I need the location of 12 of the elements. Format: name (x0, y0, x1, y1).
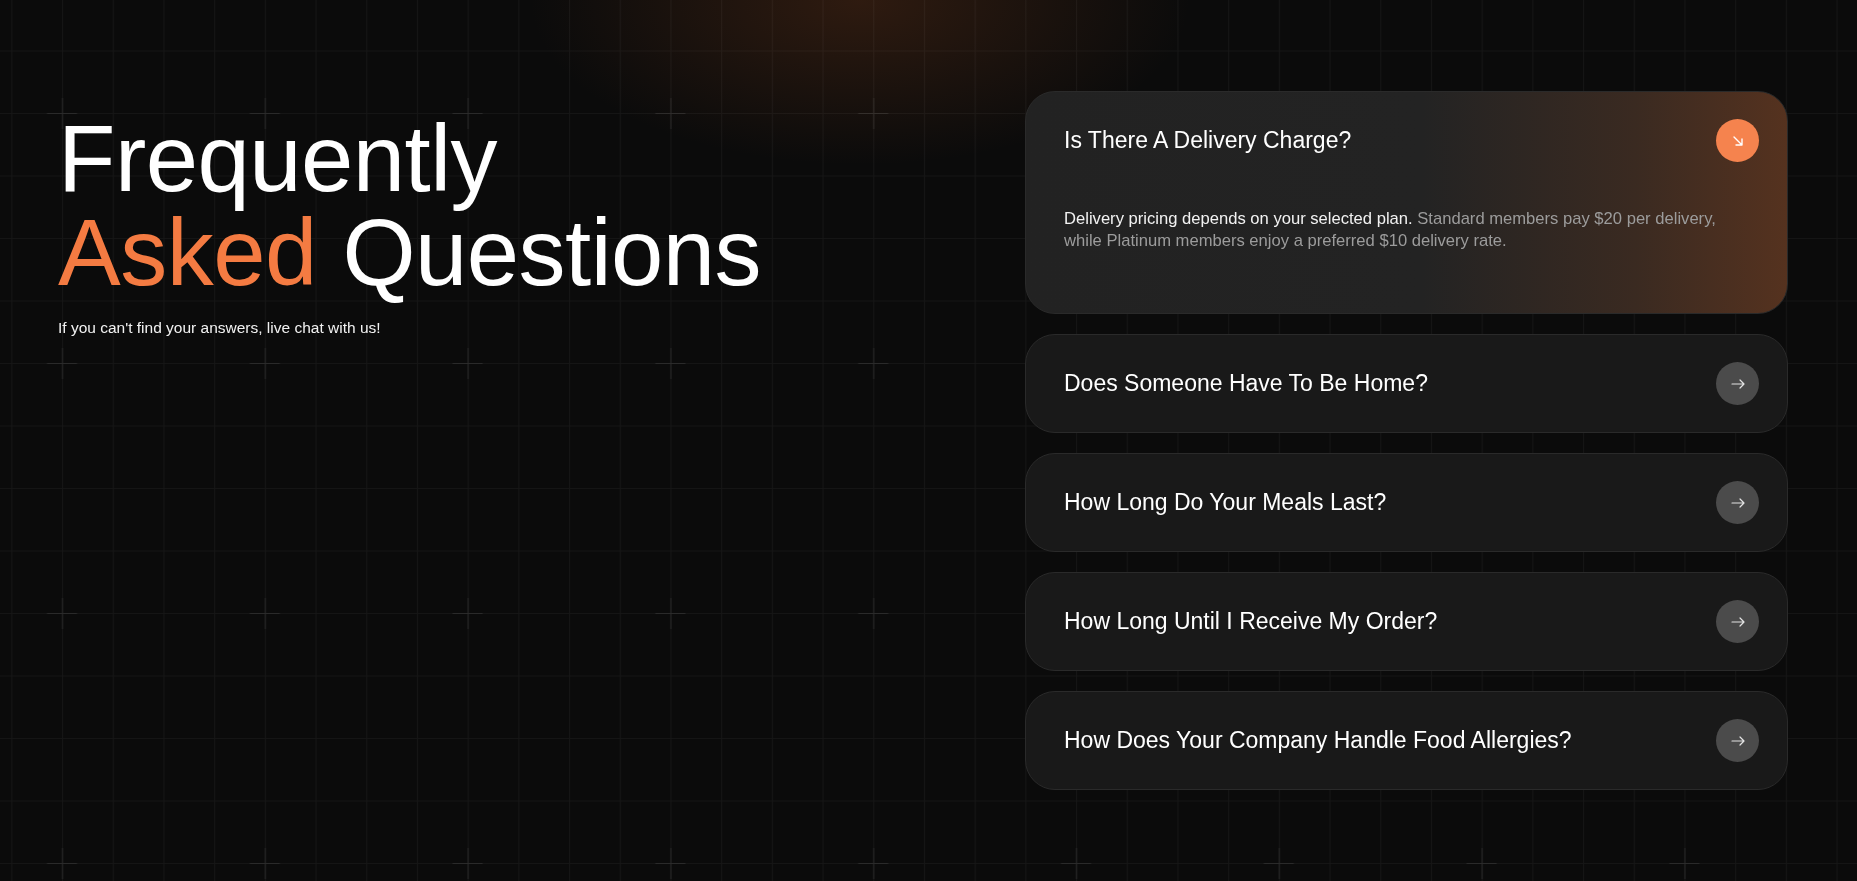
arrow-right-icon (1716, 600, 1759, 643)
faq-question-button[interactable]: How Long Until I Receive My Order? (1026, 573, 1787, 670)
arrow-right-icon (1716, 481, 1759, 524)
faq-answer-text: Delivery pricing depends on your selected plan. Standard members pay $20 per delivery, while Platinum members enjoy a preferred $10 delivery rate. (1064, 208, 1717, 252)
faq-question-button[interactable]: Is There A Delivery Charge? (1026, 92, 1787, 189)
subtitle-text: If you can't find your answers, live chat with us! (58, 318, 382, 338)
faq-question-button[interactable]: How Does Your Company Handle Food Allergies? (1026, 692, 1787, 789)
arrow-right-icon (1716, 719, 1759, 762)
faq-question-button[interactable]: How Long Do Your Meals Last? (1026, 454, 1787, 551)
arrow-down-right-icon (1716, 119, 1759, 162)
arrow-right-icon (1716, 362, 1759, 405)
faq-question-button[interactable]: Does Someone Have To Be Home? (1026, 335, 1787, 432)
